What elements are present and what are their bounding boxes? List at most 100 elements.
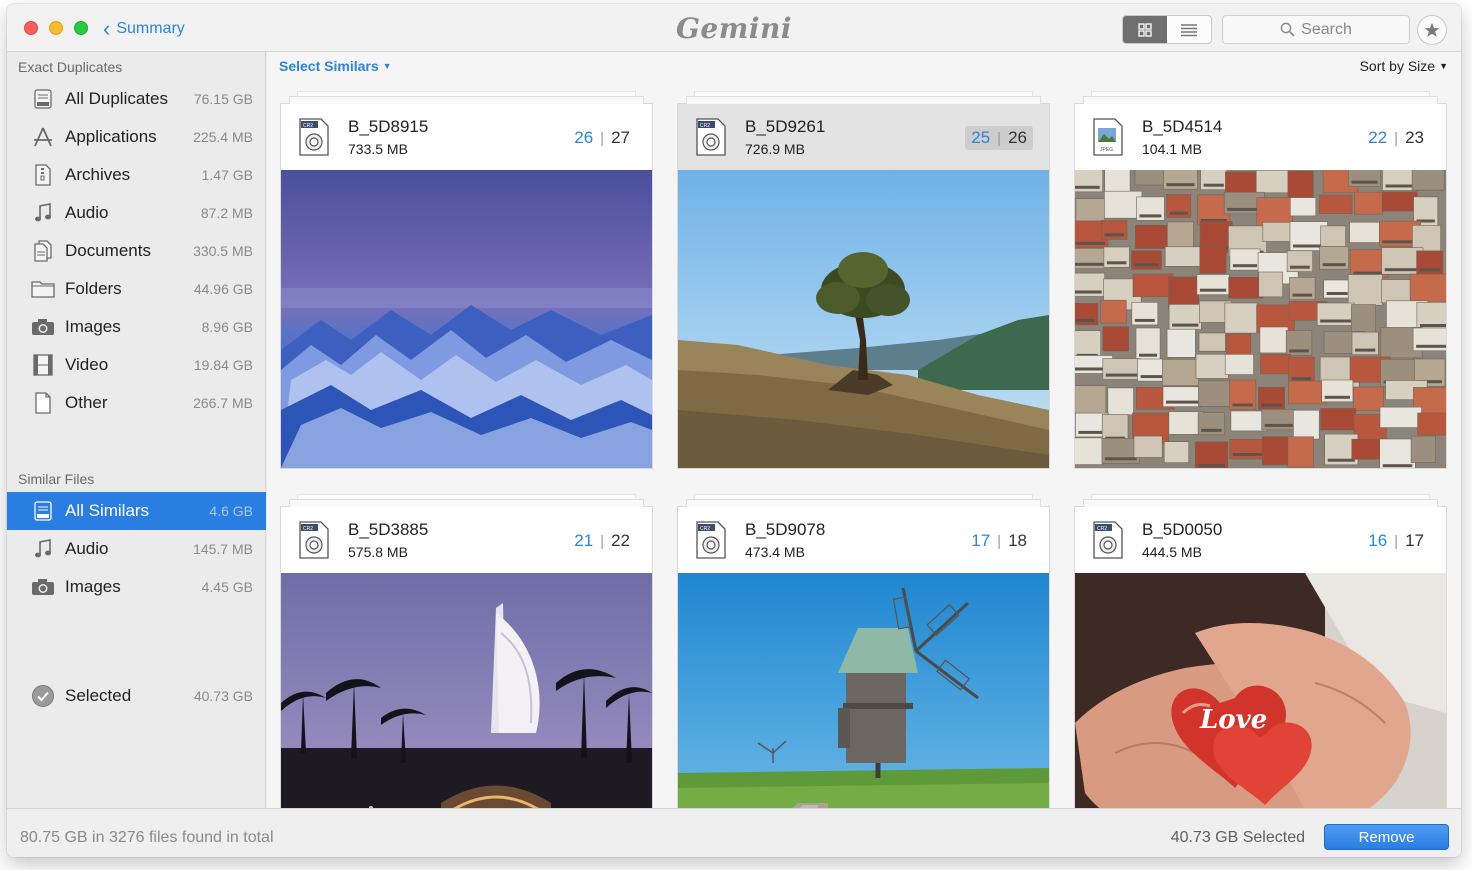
photo-thumbnail — [281, 573, 652, 808]
status-bar: 80.75 GB in 3276 files found in total 40… — [7, 808, 1461, 857]
sidebar-item-similar-audio[interactable]: Audio 145.7 MB — [7, 530, 266, 568]
count-separator: | — [997, 532, 1002, 550]
sidebar-item-size: 330.5 MB — [193, 243, 253, 259]
card-stack-edge — [1083, 96, 1438, 104]
sidebar-item-size: 266.7 MB — [193, 395, 253, 411]
back-to-summary-button[interactable]: ‹ Summary — [103, 18, 185, 40]
sidebar-item-archives[interactable]: Archives 1.47 GB — [7, 156, 266, 194]
file-size: 733.5 MB — [348, 141, 408, 157]
sidebar-item-size: 8.96 GB — [201, 319, 253, 335]
minimize-window-button[interactable] — [49, 21, 63, 35]
card-header: CR2 B_5D3885 575.8 MB 21 | 22 — [281, 507, 652, 573]
view-mode-toggle — [1122, 15, 1212, 44]
similar-count: 25 | 26 — [965, 126, 1033, 150]
file-name: B_5D0050 — [1142, 520, 1223, 539]
file-icon — [30, 390, 56, 416]
file-size: 473.4 MB — [745, 544, 805, 560]
count-separator: | — [600, 532, 605, 550]
gemini-window: ‹ Summary Gemini Search Exact Duplicates… — [7, 4, 1461, 857]
similar-group-card[interactable]: CR2 B_5D9078 473.4 MB 17 | 18 — [678, 494, 1049, 808]
file-type-label: CR2 — [303, 123, 313, 129]
caret-down-icon: ▼ — [382, 61, 392, 71]
card-stack-edge — [289, 96, 644, 104]
close-window-button[interactable] — [24, 21, 38, 35]
sidebar-item-documents[interactable]: Documents 330.5 MB — [7, 232, 266, 270]
file-type-label: CR2 — [700, 526, 710, 532]
camera-icon — [30, 574, 56, 600]
sidebar-item-size: 87.2 MB — [200, 205, 253, 221]
sidebar-item-video[interactable]: Video 19.84 GB — [7, 346, 266, 384]
sidebar-item-label: All Similars — [65, 501, 150, 520]
similar-group-card[interactable]: CR2 B_5D0050 444.5 MB 16 | 17 Love — [1075, 494, 1446, 808]
search-placeholder: Search — [1301, 20, 1352, 38]
sidebar-item-label: Images — [65, 317, 121, 336]
count-primary: 17 — [971, 531, 991, 550]
photo-thumbnail — [1075, 170, 1446, 468]
favorite-button[interactable] — [1417, 15, 1447, 45]
sidebar-item-other[interactable]: Other 266.7 MB — [7, 384, 266, 422]
sidebar-item-label: Other — [65, 393, 108, 412]
sidebar-item-label: Audio — [65, 539, 109, 558]
file-type-label: CR2 — [1097, 526, 1107, 532]
total-found-summary: 80.75 GB in 3276 files found in total — [20, 829, 274, 846]
sidebar-item-label: Images — [65, 577, 121, 596]
main-content: Select Similars ▼ Sort by Size ▼ CR2 B_5D8… — [267, 52, 1461, 808]
film-icon — [30, 352, 56, 378]
similar-group-card[interactable]: CR2 B_5D8915 733.5 MB 26 | 27 — [281, 91, 652, 468]
similar-count: 17 | 18 — [965, 529, 1033, 553]
sidebar-item-size: 44.96 GB — [193, 281, 253, 297]
file-type-label: CR2 — [700, 123, 710, 129]
sidebar-item-size: 40.73 GB — [193, 688, 253, 704]
archive-icon — [30, 162, 56, 188]
sidebar-item-images[interactable]: Images 8.96 GB — [7, 308, 266, 346]
title-bar: ‹ Summary Gemini Search — [7, 4, 1461, 52]
remove-button[interactable]: Remove — [1324, 824, 1449, 850]
music-note-icon — [30, 200, 56, 226]
sort-by-dropdown[interactable]: Sort by Size ▼ — [1360, 58, 1448, 74]
count-total: 18 — [1008, 531, 1027, 550]
sidebar-item-size: 225.4 MB — [193, 129, 253, 145]
cr2-file-icon: CR2 — [299, 521, 329, 559]
card-header: CR2 B_5D9261 726.9 MB 25 | 26 — [678, 104, 1049, 170]
list-icon — [1181, 23, 1197, 36]
similar-group-card[interactable]: CR2 B_5D3885 575.8 MB 21 | 22 — [281, 494, 652, 808]
card-stack-edge — [686, 499, 1041, 507]
count-primary: 25 — [971, 128, 991, 147]
sidebar-item-size: 19.84 GB — [193, 357, 253, 373]
selected-summary: 40.73 GB Selected — [1170, 829, 1305, 846]
sidebar-item-selected[interactable]: Selected 40.73 GB — [7, 677, 266, 715]
sidebar-item-label: Selected — [65, 686, 132, 705]
similar-group-card[interactable]: JPEG B_5D4514 104.1 MB 22 | 23 — [1075, 91, 1446, 468]
similar-group-card-selected[interactable]: CR2 B_5D9261 726.9 MB 25 | 26 — [678, 91, 1049, 468]
search-input[interactable]: Search — [1222, 15, 1410, 44]
file-type-label: CR2 — [303, 526, 313, 532]
photo-thumbnail — [281, 170, 652, 468]
count-total: 22 — [611, 531, 630, 550]
sidebar-item-all-duplicates[interactable]: All Duplicates 76.15 GB — [7, 80, 266, 118]
sidebar-item-similar-images[interactable]: Images 4.45 GB — [7, 568, 266, 606]
file-type-label: JPEG — [1100, 147, 1113, 153]
grid-view-button[interactable] — [1123, 16, 1167, 43]
select-similars-dropdown[interactable]: Select Similars ▼ — [279, 58, 392, 74]
list-view-button[interactable] — [1167, 16, 1211, 43]
similar-count: 22 | 23 — [1362, 126, 1430, 150]
sidebar-item-folders[interactable]: Folders 44.96 GB — [7, 270, 266, 308]
sidebar-item-applications[interactable]: Applications 225.4 MB — [7, 118, 266, 156]
count-separator: | — [1394, 532, 1399, 550]
sidebar-item-size: 145.7 MB — [193, 541, 253, 557]
sidebar-item-audio[interactable]: Audio 87.2 MB — [7, 194, 266, 232]
file-name: B_5D9078 — [745, 520, 826, 539]
card-stack-edge — [289, 499, 644, 507]
similar-count: 21 | 22 — [568, 529, 636, 553]
select-similars-label: Select Similars — [279, 58, 379, 74]
card-header: CR2 B_5D9078 473.4 MB 17 | 18 — [678, 507, 1049, 573]
checkmark-circle-icon — [30, 683, 56, 709]
sidebar: Exact Duplicates All Duplicates 76.15 GB… — [7, 52, 266, 808]
photo-thumbnail — [678, 170, 1049, 468]
sidebar-item-all-similars[interactable]: All Similars 4.6 GB — [7, 492, 266, 530]
count-separator: | — [997, 129, 1002, 147]
exact-duplicates-heading: Exact Duplicates — [18, 59, 123, 75]
zoom-window-button[interactable] — [74, 21, 88, 35]
jpeg-file-icon: JPEG — [1093, 118, 1123, 156]
sidebar-item-label: Applications — [65, 127, 157, 146]
